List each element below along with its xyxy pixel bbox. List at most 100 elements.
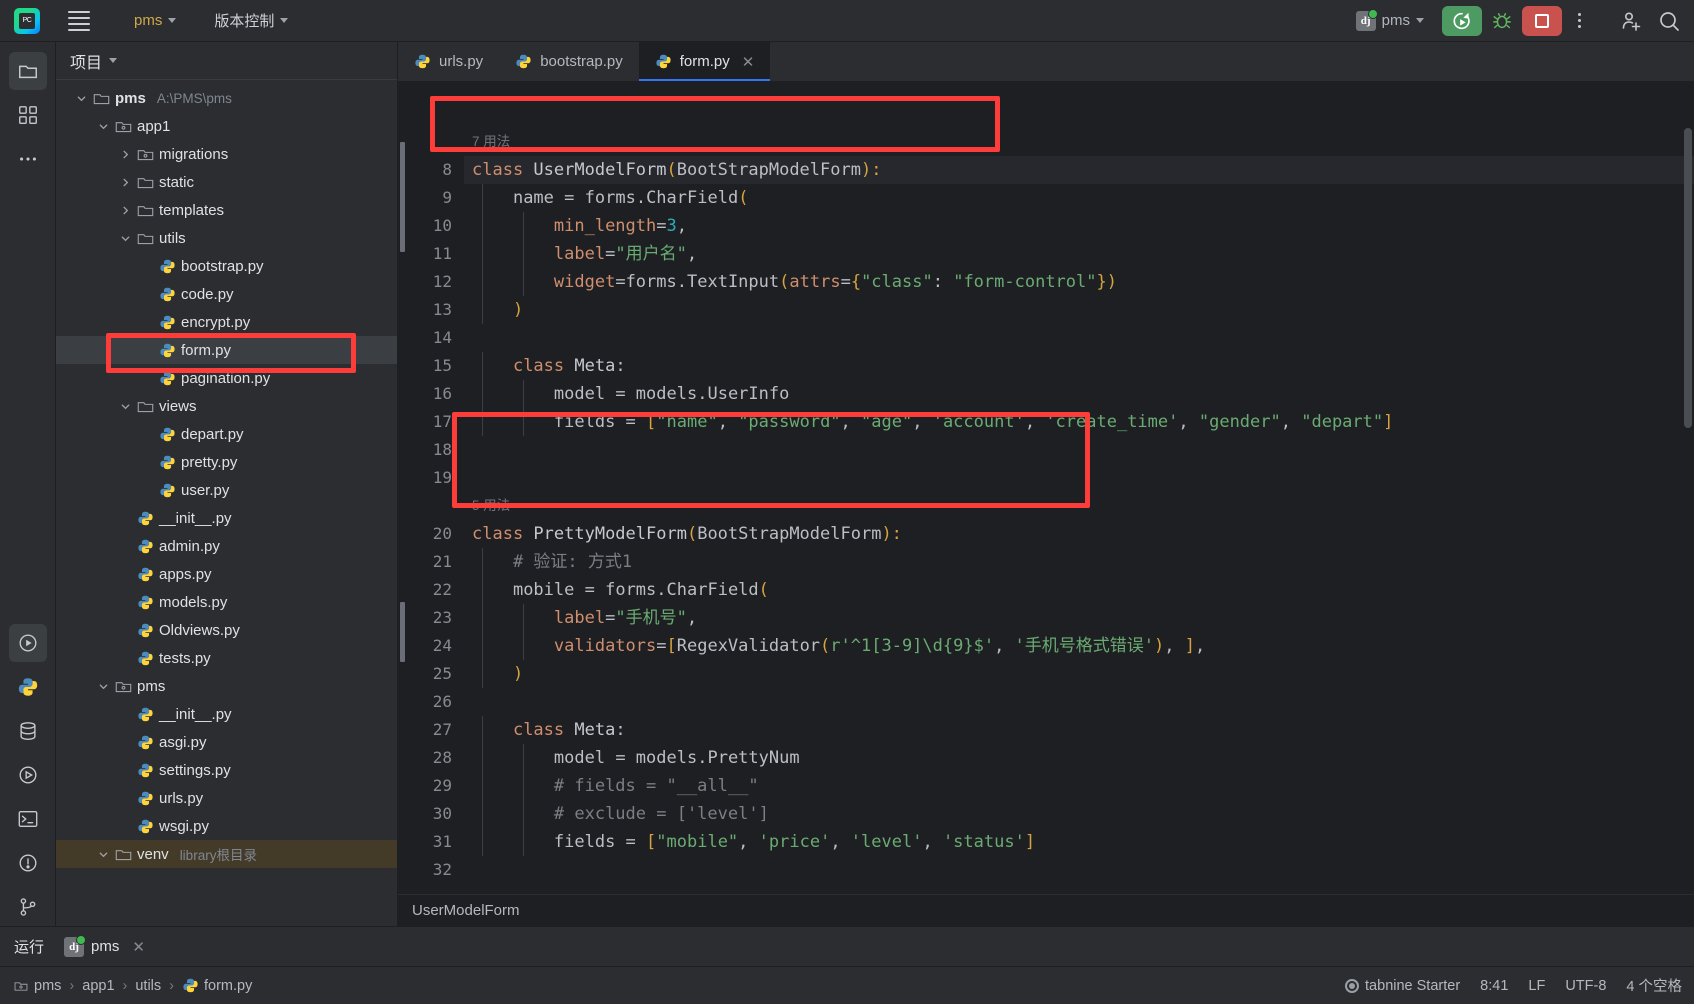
- code-line[interactable]: label="用户名",: [464, 240, 1694, 268]
- tree-item-user-py[interactable]: user.py: [56, 476, 397, 504]
- line-separator[interactable]: LF: [1528, 978, 1545, 994]
- code-line[interactable]: ): [464, 296, 1694, 324]
- tree-item-pms[interactable]: pms A:\PMS\pms: [56, 84, 397, 112]
- chevron-down-icon[interactable]: [74, 91, 88, 105]
- code-line[interactable]: mobile = forms.CharField(: [464, 576, 1694, 604]
- sidebar-item-project[interactable]: [8, 52, 47, 90]
- chevron-down-icon[interactable]: [96, 679, 110, 693]
- code-line[interactable]: # exclude = ['level']: [464, 800, 1694, 828]
- run-panel-config-tab[interactable]: dj pms ✕: [64, 934, 145, 957]
- code-line[interactable]: class Meta:: [464, 352, 1694, 380]
- code-line[interactable]: fields = ["mobile", 'price', 'level', 's…: [464, 828, 1694, 856]
- code-line[interactable]: [464, 436, 1694, 464]
- sidebar-item-structure[interactable]: [9, 96, 47, 134]
- tree-item-code-py[interactable]: code.py: [56, 280, 397, 308]
- tree-item-settings-py[interactable]: settings.py: [56, 756, 397, 784]
- code-line[interactable]: model = models.UserInfo: [464, 380, 1694, 408]
- tree-item-depart-py[interactable]: depart.py: [56, 420, 397, 448]
- sidebar-item-services[interactable]: [9, 756, 47, 794]
- indent-setting[interactable]: 4 个空格: [1626, 975, 1682, 996]
- code-line[interactable]: class PrettyModelForm(BootStrapModelForm…: [464, 520, 1694, 548]
- sidebar-item-database[interactable]: [9, 712, 47, 750]
- project-file-tree[interactable]: pms A:\PMS\pms app1 migrations static templat…: [56, 80, 397, 926]
- sidebar-item-problems[interactable]: [9, 844, 47, 882]
- hamburger-menu-icon[interactable]: [64, 7, 94, 35]
- vcs-menu[interactable]: 版本控制: [206, 7, 296, 34]
- chevron-right-icon[interactable]: [118, 203, 132, 217]
- status-breadcrumb-item[interactable]: app1: [82, 978, 114, 994]
- code-line[interactable]: [464, 688, 1694, 716]
- tabnine-status[interactable]: tabnine Starter: [1345, 978, 1460, 994]
- editor-breadcrumb[interactable]: UserModelForm: [398, 894, 1694, 926]
- usages-hint[interactable]: 5 用法: [464, 492, 1694, 520]
- code-line[interactable]: # 验证: 方式1: [464, 548, 1694, 576]
- tree-item-migrations[interactable]: migrations: [56, 140, 397, 168]
- code-line[interactable]: label="手机号",: [464, 604, 1694, 632]
- tree-item-utils[interactable]: utils: [56, 224, 397, 252]
- project-selector[interactable]: pms: [126, 9, 184, 32]
- tree-item-urls-py[interactable]: urls.py: [56, 784, 397, 812]
- code-line[interactable]: widget=forms.TextInput(attrs={"class": "…: [464, 268, 1694, 296]
- tree-item-templates[interactable]: templates: [56, 196, 397, 224]
- tree-item-app1[interactable]: app1: [56, 112, 397, 140]
- code-line[interactable]: validators=[RegexValidator(r'^1[3-9]\d{9…: [464, 632, 1694, 660]
- sidebar-item-python-console[interactable]: [9, 668, 47, 706]
- project-panel-header[interactable]: 项目: [56, 42, 397, 80]
- search-icon[interactable]: [1652, 6, 1686, 36]
- tree-item-wsgi-py[interactable]: wsgi.py: [56, 812, 397, 840]
- code-line[interactable]: [464, 464, 1694, 492]
- file-encoding[interactable]: UTF-8: [1565, 978, 1606, 994]
- close-icon[interactable]: ✕: [132, 938, 145, 956]
- chevron-down-icon[interactable]: [96, 119, 110, 133]
- debug-button[interactable]: [1486, 6, 1518, 36]
- sidebar-item-terminal[interactable]: [9, 800, 47, 838]
- chevron-down-icon[interactable]: [118, 231, 132, 245]
- code-line[interactable]: name = forms.CharField(: [464, 184, 1694, 212]
- tree-item-pretty-py[interactable]: pretty.py: [56, 448, 397, 476]
- tree-item---init---py[interactable]: __init__.py: [56, 700, 397, 728]
- tree-item-tests-py[interactable]: tests.py: [56, 644, 397, 672]
- editor-vertical-scrollbar[interactable]: [1684, 128, 1692, 428]
- source-code[interactable]: 7 用法 class UserModelForm(BootStrapModelFo…: [464, 82, 1694, 894]
- run-configuration-selector[interactable]: dj pms: [1348, 8, 1432, 34]
- add-user-icon[interactable]: [1614, 6, 1648, 36]
- close-icon[interactable]: ✕: [742, 53, 755, 71]
- tree-item-static[interactable]: static: [56, 168, 397, 196]
- stop-button[interactable]: [1522, 5, 1562, 36]
- code-editor[interactable]: 8 9 10 11 12 13 14 15 16 17 18 19 20 21 22 23 24 25 26 27 2…: [398, 82, 1694, 894]
- tree-item-admin-py[interactable]: admin.py: [56, 532, 397, 560]
- code-line[interactable]: class Meta:: [464, 716, 1694, 744]
- status-breadcrumb-item[interactable]: form.py: [182, 977, 252, 994]
- code-line[interactable]: [464, 856, 1694, 884]
- code-line[interactable]: fields = ["name", "password", "age", 'ac…: [464, 408, 1694, 436]
- status-breadcrumb-item[interactable]: utils: [135, 978, 161, 994]
- code-line[interactable]: ): [464, 660, 1694, 688]
- sidebar-item-version-control[interactable]: [9, 888, 47, 926]
- code-line[interactable]: min_length=3,: [464, 212, 1694, 240]
- chevron-down-icon[interactable]: [118, 399, 132, 413]
- tree-item-venv[interactable]: venv library根目录: [56, 840, 397, 868]
- code-line[interactable]: [464, 324, 1694, 352]
- run-button[interactable]: [1442, 5, 1482, 36]
- sidebar-item-more[interactable]: [9, 140, 47, 178]
- editor-tabs[interactable]: urls.py bootstrap.py form.py ✕: [398, 42, 1694, 82]
- status-breadcrumbs[interactable]: pms › app1 › utils › form.py: [12, 977, 252, 994]
- editor-tab-form-py[interactable]: form.py ✕: [638, 42, 771, 81]
- chevron-right-icon[interactable]: [118, 175, 132, 189]
- tree-item-models-py[interactable]: models.py: [56, 588, 397, 616]
- code-line[interactable]: model = models.PrettyNum: [464, 744, 1694, 772]
- editor-tab-urls-py[interactable]: urls.py: [398, 42, 499, 81]
- tree-item-bootstrap-py[interactable]: bootstrap.py: [56, 252, 397, 280]
- more-vertical-icon[interactable]: [1566, 7, 1592, 35]
- editor-tab-bootstrap-py[interactable]: bootstrap.py: [499, 42, 639, 81]
- code-line[interactable]: class UserModelForm(BootStrapModelForm):: [464, 156, 1694, 184]
- tree-item-form-py[interactable]: form.py: [56, 336, 397, 364]
- tree-item-asgi-py[interactable]: asgi.py: [56, 728, 397, 756]
- caret-position[interactable]: 8:41: [1480, 978, 1508, 994]
- chevron-right-icon[interactable]: [118, 147, 132, 161]
- pycharm-logo-icon[interactable]: PC: [14, 7, 40, 34]
- tree-item-apps-py[interactable]: apps.py: [56, 560, 397, 588]
- tree-item-oldviews-py[interactable]: Oldviews.py: [56, 616, 397, 644]
- status-breadcrumb-item[interactable]: pms: [12, 977, 61, 994]
- tree-item-pms[interactable]: pms: [56, 672, 397, 700]
